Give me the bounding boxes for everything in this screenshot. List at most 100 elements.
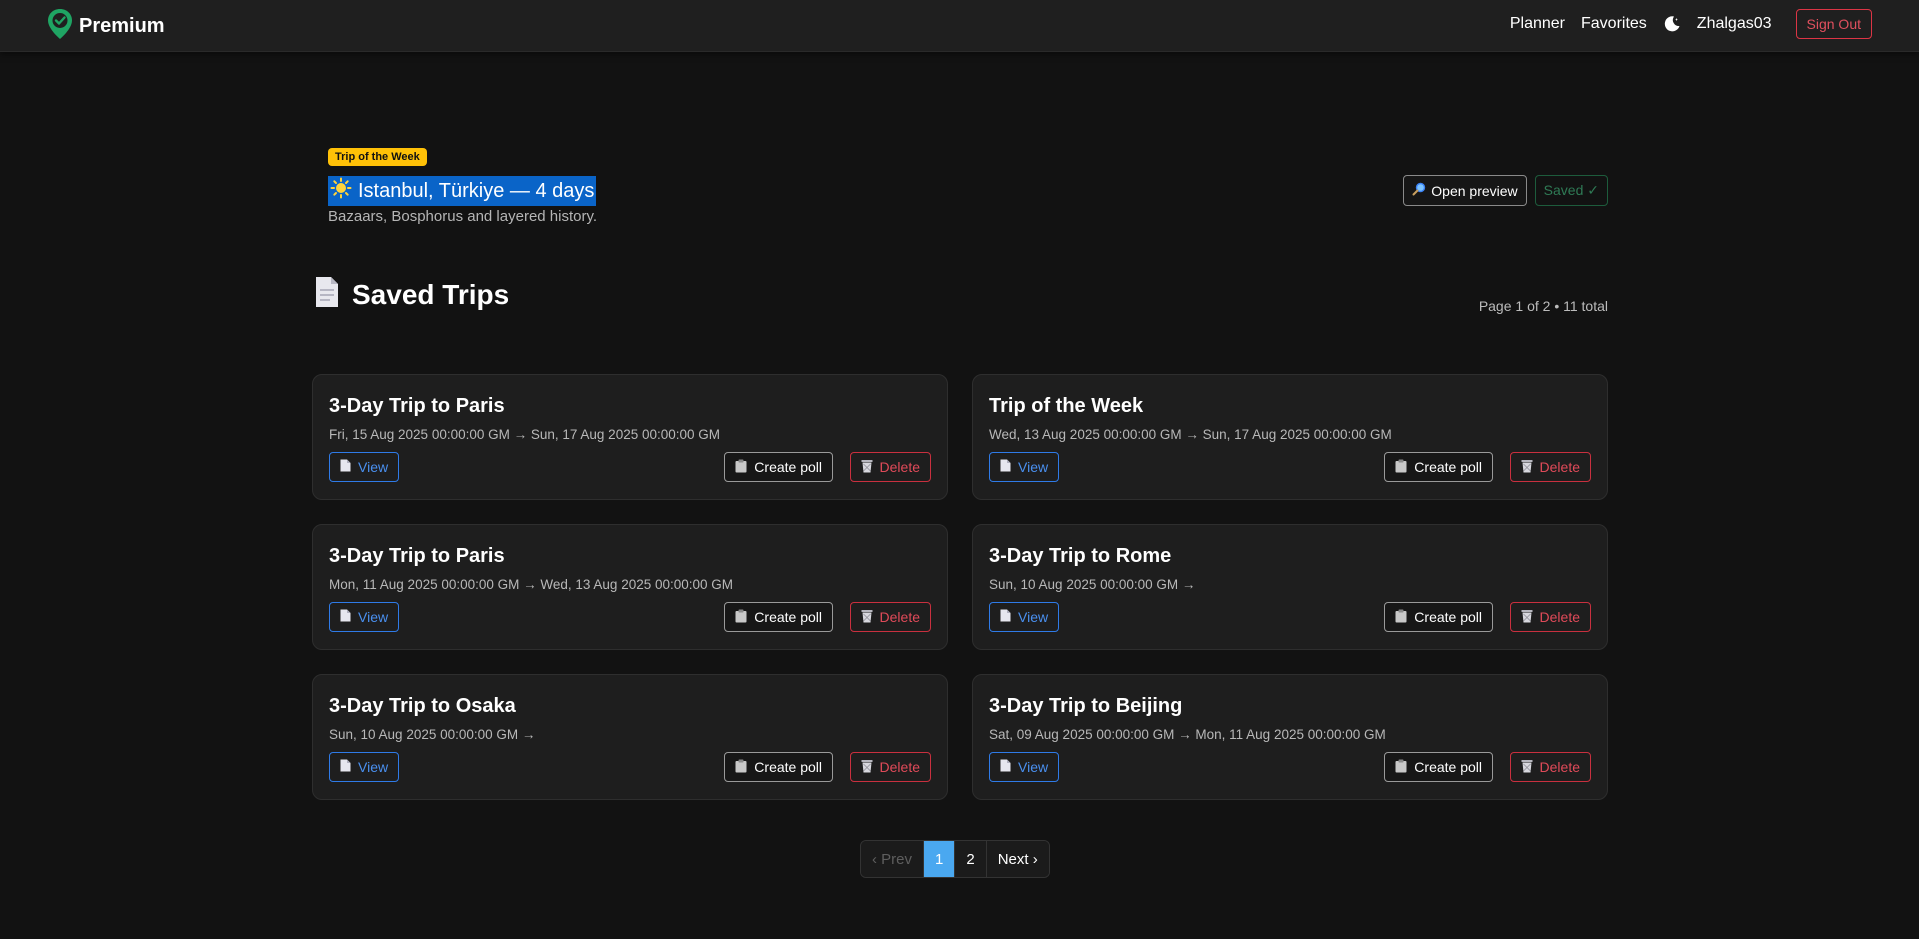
create-poll-button[interactable]: Create poll bbox=[724, 452, 833, 482]
view-label: View bbox=[358, 759, 389, 775]
username[interactable]: Zhalgas03 bbox=[1697, 15, 1772, 33]
wastebasket-icon bbox=[1521, 609, 1533, 626]
delete-button[interactable]: Delete bbox=[849, 602, 931, 632]
wastebasket-icon bbox=[1521, 459, 1533, 476]
delete-button[interactable]: Delete bbox=[1509, 602, 1591, 632]
trip-card: 3-Day Trip to Osaka Sun, 10 Aug 2025 00:… bbox=[312, 674, 948, 800]
create-poll-label: Create poll bbox=[1414, 609, 1482, 625]
trip-dates: Sat, 09 Aug 2025 00:00:00 GM → Mon, 11 A… bbox=[989, 727, 1386, 742]
create-poll-button[interactable]: Create poll bbox=[1384, 452, 1493, 482]
pagination: ‹ Prev 1 2 Next › bbox=[860, 840, 1050, 878]
sign-out-button[interactable]: Sign Out bbox=[1795, 9, 1872, 39]
create-poll-label: Create poll bbox=[1414, 459, 1482, 475]
wastebasket-icon bbox=[861, 459, 873, 476]
trip-dates: Fri, 15 Aug 2025 00:00:00 GM → Sun, 17 A… bbox=[329, 427, 721, 442]
next-page-button[interactable]: Next › bbox=[985, 841, 1049, 877]
page-1-button[interactable]: 1 bbox=[923, 841, 955, 877]
nav-actions: Planner Favorites Zhalgas03 Sign Out bbox=[1494, 9, 1872, 39]
view-label: View bbox=[1018, 609, 1049, 625]
create-poll-label: Create poll bbox=[1414, 759, 1482, 775]
trip-title: 3-Day Trip to Rome bbox=[989, 545, 1172, 567]
view-label: View bbox=[358, 459, 389, 475]
hero-title: Istanbul, Türkiye — 4 days bbox=[328, 176, 597, 206]
nav-link-favorites[interactable]: Favorites bbox=[1581, 15, 1647, 33]
wastebasket-icon bbox=[861, 759, 873, 776]
view-label: View bbox=[1018, 459, 1049, 475]
clipboard-icon bbox=[735, 459, 747, 476]
saved-button[interactable]: Saved ✓ bbox=[1534, 175, 1608, 206]
delete-button[interactable]: Delete bbox=[1509, 752, 1591, 782]
trip-title: 3-Day Trip to Paris bbox=[329, 545, 505, 567]
trip-title: 3-Day Trip to Beijing bbox=[989, 695, 1183, 717]
open-preview-label: Open preview bbox=[1431, 182, 1518, 199]
top-navbar: Premium Planner Favorites Zhalgas03 Sign… bbox=[0, 0, 1919, 52]
delete-button[interactable]: Delete bbox=[1509, 452, 1591, 482]
page-title: Saved Trips bbox=[314, 276, 1608, 313]
hero-title-text: Istanbul, Türkiye — 4 days bbox=[358, 179, 595, 202]
page-icon bbox=[340, 609, 351, 625]
create-poll-button[interactable]: Create poll bbox=[724, 752, 833, 782]
delete-label: Delete bbox=[1539, 759, 1580, 775]
delete-label: Delete bbox=[879, 609, 920, 625]
page-icon bbox=[340, 759, 351, 775]
wastebasket-icon bbox=[1521, 759, 1533, 776]
page-icon bbox=[1000, 459, 1011, 475]
trip-title: Trip of the Week bbox=[989, 395, 1144, 417]
moon-icon[interactable] bbox=[1663, 15, 1681, 33]
clipboard-icon bbox=[735, 609, 747, 626]
trip-title: 3-Day Trip to Paris bbox=[329, 395, 505, 417]
view-button[interactable]: View bbox=[329, 602, 400, 632]
sun-icon bbox=[330, 177, 352, 205]
create-poll-label: Create poll bbox=[754, 609, 822, 625]
trip-card: 3-Day Trip to Paris Mon, 11 Aug 2025 00:… bbox=[312, 524, 948, 650]
create-poll-button[interactable]: Create poll bbox=[1384, 602, 1493, 632]
document-icon bbox=[314, 276, 340, 313]
view-button[interactable]: View bbox=[989, 752, 1060, 782]
trip-dates: Wed, 13 Aug 2025 00:00:00 GM → Sun, 17 A… bbox=[989, 427, 1392, 442]
location-pin-check-icon bbox=[47, 8, 73, 45]
clipboard-icon bbox=[1395, 459, 1407, 476]
open-preview-button[interactable]: Open preview bbox=[1403, 175, 1527, 206]
trip-of-week-banner: Trip of the Week Istanbul, Türkiye — 4 d… bbox=[328, 148, 1608, 228]
trip-title: 3-Day Trip to Osaka bbox=[329, 695, 516, 717]
trip-of-week-badge: Trip of the Week bbox=[328, 148, 427, 166]
clipboard-icon bbox=[1395, 609, 1407, 626]
view-button[interactable]: View bbox=[329, 452, 400, 482]
delete-label: Delete bbox=[1539, 459, 1580, 475]
create-poll-button[interactable]: Create poll bbox=[724, 602, 833, 632]
view-label: View bbox=[1018, 759, 1049, 775]
clipboard-icon bbox=[1395, 759, 1407, 776]
create-poll-button[interactable]: Create poll bbox=[1384, 752, 1493, 782]
create-poll-label: Create poll bbox=[754, 759, 822, 775]
trip-dates: Sun, 10 Aug 2025 00:00:00 GM → bbox=[989, 577, 1196, 592]
view-button[interactable]: View bbox=[329, 752, 400, 782]
delete-label: Delete bbox=[879, 759, 920, 775]
trip-card: Trip of the Week Wed, 13 Aug 2025 00:00:… bbox=[972, 374, 1608, 500]
trip-card: 3-Day Trip to Beijing Sat, 09 Aug 2025 0… bbox=[972, 674, 1608, 800]
delete-label: Delete bbox=[879, 459, 920, 475]
nav-link-planner[interactable]: Planner bbox=[1510, 15, 1565, 33]
brand-logo[interactable]: Premium bbox=[47, 8, 165, 45]
delete-button[interactable]: Delete bbox=[849, 452, 931, 482]
create-poll-label: Create poll bbox=[754, 459, 822, 475]
page-icon bbox=[1000, 759, 1011, 775]
brand-name: Premium bbox=[79, 15, 165, 37]
page-icon bbox=[1000, 609, 1011, 625]
prev-page-button[interactable]: ‹ Prev bbox=[861, 841, 924, 877]
view-button[interactable]: View bbox=[989, 602, 1060, 632]
saved-trips-title: Saved Trips bbox=[352, 278, 510, 310]
trip-dates: Sun, 10 Aug 2025 00:00:00 GM → bbox=[329, 727, 536, 742]
magnifier-icon bbox=[1412, 182, 1426, 199]
view-button[interactable]: View bbox=[989, 452, 1060, 482]
wastebasket-icon bbox=[861, 609, 873, 626]
hero-subtitle: Bazaars, Bosphorus and layered history. bbox=[328, 208, 598, 225]
view-label: View bbox=[358, 609, 389, 625]
trip-card: 3-Day Trip to Paris Fri, 15 Aug 2025 00:… bbox=[312, 374, 948, 500]
page-info: Page 1 of 2 • 11 total bbox=[1478, 298, 1608, 314]
trips-grid: 3-Day Trip to Paris Fri, 15 Aug 2025 00:… bbox=[312, 374, 1608, 800]
delete-label: Delete bbox=[1539, 609, 1580, 625]
page-2-button[interactable]: 2 bbox=[954, 841, 986, 877]
trip-dates: Mon, 11 Aug 2025 00:00:00 GM → Wed, 13 A… bbox=[329, 577, 734, 592]
hero-actions: Open preview Saved ✓ bbox=[1403, 175, 1608, 206]
delete-button[interactable]: Delete bbox=[849, 752, 931, 782]
